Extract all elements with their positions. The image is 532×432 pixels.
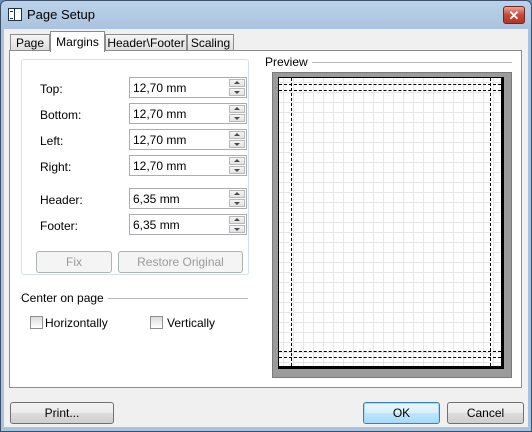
cancel-button[interactable]: Cancel	[447, 402, 524, 424]
tab-margins[interactable]: Margins	[50, 31, 105, 52]
top-margin-input[interactable]	[133, 80, 225, 95]
left-margin-line	[291, 78, 292, 366]
header-label: Header:	[40, 193, 83, 207]
close-button[interactable]: ✕	[503, 6, 525, 24]
close-icon: ✕	[508, 8, 520, 23]
preview-page	[278, 77, 504, 369]
ok-button[interactable]: OK	[363, 402, 440, 424]
spin-down-icon[interactable]	[229, 225, 245, 233]
tab-header-footer[interactable]: Header\Footer	[105, 34, 187, 51]
spin-down-icon[interactable]	[229, 114, 245, 122]
spin-up-icon[interactable]	[229, 157, 245, 165]
tab-scaling[interactable]: Scaling	[187, 34, 234, 51]
top-label: Top:	[40, 82, 63, 96]
window-title: Page Setup	[27, 7, 95, 22]
page-setup-icon	[8, 8, 22, 21]
right-label: Right:	[40, 160, 72, 174]
fix-button[interactable]: Fix	[36, 251, 112, 273]
tab-page[interactable]: Page	[10, 34, 50, 51]
left-margin-input[interactable]	[133, 132, 225, 147]
margins-group: Top: Bottom: Left: Right:	[21, 59, 249, 275]
center-on-page-title: Center on page	[21, 291, 108, 305]
horizontally-checkbox[interactable]	[30, 316, 43, 329]
top-margin-line	[279, 90, 501, 91]
preview-title: Preview	[265, 55, 312, 69]
header-margin-line	[279, 84, 501, 85]
spin-down-icon[interactable]	[229, 199, 245, 207]
spin-up-icon[interactable]	[229, 105, 245, 113]
spin-up-icon[interactable]	[229, 131, 245, 139]
spin-up-icon[interactable]	[229, 190, 245, 198]
bottom-margin-line	[279, 351, 501, 352]
spin-up-icon[interactable]	[229, 79, 245, 87]
footer-margin-spinner[interactable]	[129, 214, 247, 235]
title-bar[interactable]: Page Setup ✕	[1, 1, 531, 29]
horizontally-label[interactable]: Horizontally	[45, 316, 108, 330]
header-margin-input[interactable]	[133, 191, 225, 206]
vertically-checkbox[interactable]	[150, 316, 163, 329]
right-margin-line	[490, 78, 491, 366]
page-setup-dialog: Page Setup ✕ Page Margins Header\Footer …	[0, 0, 532, 432]
spin-down-icon[interactable]	[229, 140, 245, 148]
bottom-label: Bottom:	[40, 108, 82, 122]
spin-up-icon[interactable]	[229, 216, 245, 224]
spin-down-icon[interactable]	[229, 166, 245, 174]
left-margin-spinner[interactable]	[129, 129, 247, 150]
header-margin-spinner[interactable]	[129, 188, 247, 209]
spin-down-icon[interactable]	[229, 88, 245, 96]
margins-panel: Top: Bottom: Left: Right:	[9, 50, 522, 388]
vertically-label[interactable]: Vertically	[167, 316, 215, 330]
footer-label: Footer:	[40, 219, 79, 233]
left-label: Left:	[40, 134, 64, 148]
bottom-margin-spinner[interactable]	[129, 103, 247, 124]
footer-margin-input[interactable]	[133, 217, 225, 232]
dialog-body: Page Margins Header\Footer Scaling Top: …	[4, 29, 528, 427]
preview-area	[272, 72, 512, 378]
right-margin-input[interactable]	[133, 158, 225, 173]
bottom-margin-input[interactable]	[133, 106, 225, 121]
footer-margin-line	[279, 357, 501, 358]
restore-original-button[interactable]: Restore Original	[118, 251, 243, 273]
right-margin-spinner[interactable]	[129, 155, 247, 176]
top-margin-spinner[interactable]	[129, 77, 247, 98]
print-button[interactable]: Print...	[10, 402, 114, 424]
